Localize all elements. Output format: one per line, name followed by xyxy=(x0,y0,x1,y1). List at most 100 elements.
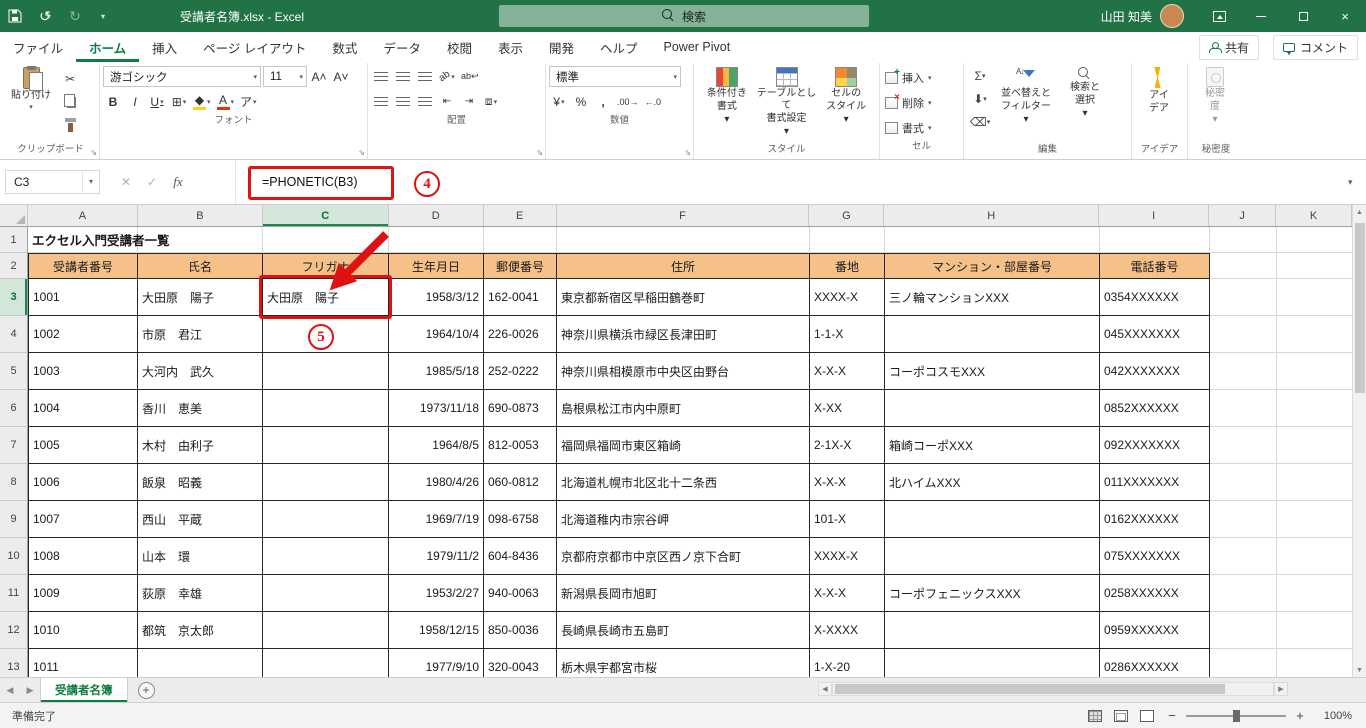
cell-G4[interactable]: 1-1-X xyxy=(810,316,885,353)
tab-Power Pivot[interactable]: Power Pivot xyxy=(651,32,744,62)
cell-A11[interactable]: 1009 xyxy=(28,575,138,612)
cell-H7[interactable]: 箱崎コーポXXX xyxy=(885,427,1100,464)
increase-decimal-button[interactable]: .00 → xyxy=(615,92,641,112)
cell-K11[interactable] xyxy=(1277,575,1352,612)
cell-J1[interactable] xyxy=(1210,227,1277,253)
scroll-down-icon[interactable]: ▼ xyxy=(1353,663,1366,677)
cell-J6[interactable] xyxy=(1210,390,1277,427)
cell-J4[interactable] xyxy=(1210,316,1277,353)
format-cells-button[interactable]: 書式 ▾ xyxy=(883,115,960,140)
cell-D12[interactable]: 1958/12/15 xyxy=(389,612,484,649)
cell-B13[interactable] xyxy=(138,649,263,677)
cancel-formula-button[interactable]: ✕ xyxy=(114,171,138,193)
tab-校閲[interactable]: 校閲 xyxy=(434,32,485,62)
decrease-indent-button[interactable]: ⇤ xyxy=(437,92,457,112)
cell-D10[interactable]: 1979/11/2 xyxy=(389,538,484,575)
column-header-B[interactable]: B xyxy=(138,205,263,226)
cell-H3[interactable]: 三ノ輪マンションXXX xyxy=(885,279,1100,316)
cell-K5[interactable] xyxy=(1277,353,1352,390)
row-header-8[interactable]: 8 xyxy=(0,464,28,501)
format-painter-button[interactable] xyxy=(59,115,81,135)
cell-G6[interactable]: X-XX xyxy=(810,390,885,427)
cell-I13[interactable]: 0286XXXXXX xyxy=(1100,649,1210,677)
cell-H11[interactable]: コーポフェニックスXXX xyxy=(885,575,1100,612)
row-header-9[interactable]: 9 xyxy=(0,501,28,538)
ribbon-display-options-button[interactable] xyxy=(1198,0,1240,32)
column-header-E[interactable]: E xyxy=(484,205,557,226)
scroll-left-icon[interactable]: ◀ xyxy=(818,682,832,696)
column-header-G[interactable]: G xyxy=(809,205,885,226)
formula-input[interactable]: =PHONETIC(B3) xyxy=(235,160,1348,204)
tab-数式[interactable]: 数式 xyxy=(319,32,370,62)
cell-D11[interactable]: 1953/2/27 xyxy=(389,575,484,612)
normal-view-button[interactable] xyxy=(1088,709,1102,722)
cell-E2[interactable]: 郵便番号 xyxy=(484,253,557,279)
cell-E9[interactable]: 098-6758 xyxy=(484,501,557,538)
cell-C4[interactable] xyxy=(263,316,389,353)
cell-K9[interactable] xyxy=(1277,501,1352,538)
cell-I10[interactable]: 075XXXXXXX xyxy=(1100,538,1210,575)
expand-formula-bar-button[interactable]: ▾ xyxy=(1348,177,1366,188)
insert-cells-button[interactable]: 挿入▾ xyxy=(883,65,960,90)
cell-D4[interactable]: 1964/10/4 xyxy=(389,316,484,353)
avatar[interactable] xyxy=(1160,4,1184,28)
sheet-nav-right-icon[interactable]: ▶ xyxy=(20,685,40,696)
tab-ヘルプ[interactable]: ヘルプ xyxy=(587,32,651,62)
undo-button[interactable]: ↺ ▾ xyxy=(30,0,60,32)
cell-B6[interactable]: 香川 恵美 xyxy=(138,390,263,427)
cell-K12[interactable] xyxy=(1277,612,1352,649)
decrease-decimal-button[interactable]: ← .0 xyxy=(643,92,664,112)
cell-G13[interactable]: 1-X-20 xyxy=(810,649,885,677)
delete-cells-button[interactable]: 削除▾ xyxy=(883,90,960,115)
font-size-combo[interactable]: 11 ▾ xyxy=(263,66,307,87)
conditional-formatting-button[interactable]: 条件付き 書式 ▾ xyxy=(697,64,757,126)
column-header-F[interactable]: F xyxy=(557,205,810,226)
cell-K13[interactable] xyxy=(1277,649,1352,677)
cell-A4[interactable]: 1002 xyxy=(28,316,138,353)
merge-center-button[interactable]: ⧈ ▾ xyxy=(481,92,501,112)
dialog-launcher-icon[interactable]: ⇘ xyxy=(536,149,543,157)
scroll-right-icon[interactable]: ▶ xyxy=(1274,682,1288,696)
search-input[interactable]: 検索 xyxy=(499,5,869,27)
cell-E8[interactable]: 060-0812 xyxy=(484,464,557,501)
cell-H8[interactable]: 北ハイムXXX xyxy=(885,464,1100,501)
dialog-launcher-icon[interactable]: ⇘ xyxy=(90,149,97,157)
cell-G5[interactable]: X-X-X xyxy=(810,353,885,390)
select-all-corner[interactable] xyxy=(0,205,28,226)
cell-H10[interactable] xyxy=(885,538,1100,575)
cell-C6[interactable] xyxy=(263,390,389,427)
cell-K8[interactable] xyxy=(1277,464,1352,501)
zoom-out-button[interactable]: − xyxy=(1166,708,1178,723)
cell-H1[interactable] xyxy=(885,227,1100,253)
cell-I4[interactable]: 045XXXXXXX xyxy=(1100,316,1210,353)
cell-I9[interactable]: 0162XXXXXX xyxy=(1100,501,1210,538)
column-header-A[interactable]: A xyxy=(28,205,138,226)
cell-E7[interactable]: 812-0053 xyxy=(484,427,557,464)
cell-B2[interactable]: 氏名 xyxy=(138,253,263,279)
cell-F1[interactable] xyxy=(557,227,810,253)
cell-C1[interactable] xyxy=(263,227,389,253)
align-middle-button[interactable] xyxy=(393,67,413,87)
cell-K10[interactable] xyxy=(1277,538,1352,575)
cell-B4[interactable]: 市原 君江 xyxy=(138,316,263,353)
ideas-button[interactable]: アイ デア xyxy=(1135,64,1183,115)
cell-F11[interactable]: 新潟県長岡市旭町 xyxy=(557,575,810,612)
cell-E11[interactable]: 940-0063 xyxy=(484,575,557,612)
tab-挿入[interactable]: 挿入 xyxy=(139,32,190,62)
cell-J7[interactable] xyxy=(1210,427,1277,464)
cell-B9[interactable]: 西山 平蔵 xyxy=(138,501,263,538)
cell-A1[interactable]: エクセル入門受講者一覧 xyxy=(28,227,170,253)
tab-開発[interactable]: 開発 xyxy=(536,32,587,62)
zoom-slider-thumb[interactable] xyxy=(1233,709,1240,722)
cell-E6[interactable]: 690-0873 xyxy=(484,390,557,427)
cell-H5[interactable]: コーポコスモXXX xyxy=(885,353,1100,390)
tab-データ[interactable]: データ xyxy=(370,32,434,62)
cell-E4[interactable]: 226-0026 xyxy=(484,316,557,353)
phonetic-guide-button[interactable]: ア ▾ xyxy=(238,92,259,112)
cell-C13[interactable] xyxy=(263,649,389,677)
borders-button[interactable]: ⊞ ▾ xyxy=(169,92,189,112)
cell-C12[interactable] xyxy=(263,612,389,649)
row-header-11[interactable]: 11 xyxy=(0,575,28,612)
wrap-text-button[interactable]: ab↩ xyxy=(459,67,481,87)
cell-G7[interactable]: 2-1X-X xyxy=(810,427,885,464)
